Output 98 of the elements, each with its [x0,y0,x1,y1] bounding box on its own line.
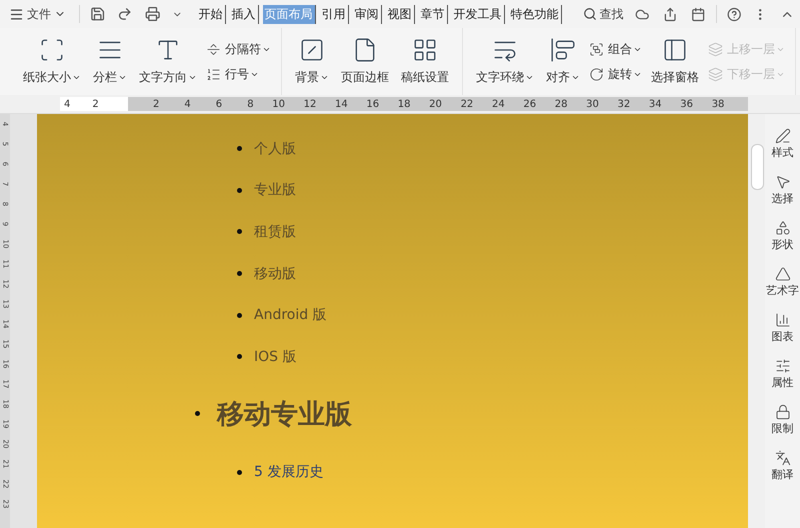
chart-icon [774,312,790,328]
ribbon-tab[interactable]: 插入 [230,4,259,24]
bullet-icon [195,411,200,416]
ribbon-tab[interactable]: 开发工具 [452,4,505,24]
side-panel-button[interactable]: 样式 [772,128,794,160]
search-button[interactable]: 查找 [580,6,627,22]
help-icon[interactable] [726,6,742,22]
list-item-text: Android 版 [254,306,327,324]
ruler-number: 14 [334,98,348,110]
print-icon[interactable] [144,6,160,22]
ribbon-button[interactable]: 对齐 [543,35,583,88]
side-panel-button[interactable]: 形状 [772,220,794,252]
ribbon-button[interactable]: 旋转 [589,66,642,82]
sliders-icon [774,358,790,374]
ruler-number: 36 [679,98,694,110]
share-icon[interactable] [663,6,678,22]
ribbon-tab[interactable]: 开始 [196,4,226,24]
shapes-icon [774,220,790,236]
ruler-number: 28 [554,98,568,110]
ruler-number: 18 [396,98,411,110]
side-panel-button[interactable]: 限制 [772,404,794,436]
ruler-number: 8 [246,98,254,110]
ruler-number: 22 [460,98,474,110]
align-icon [550,37,576,63]
side-panel-button[interactable]: 艺术字 [766,266,799,298]
ruler-number: 2 [152,98,160,110]
ruler-number: 34 [648,98,662,110]
layers-icon [708,66,723,82]
ribbon-button[interactable]: 文字方向 [136,35,200,88]
ribbon-tab[interactable]: 引用 [320,4,349,24]
line-number-icon [206,66,221,82]
calendar-icon[interactable] [691,6,706,22]
ribbon-tab[interactable]: 视图 [386,4,415,24]
ruler-number: 24 [490,98,505,110]
heading-text: 移动专业版 [217,398,352,432]
list-item-text: 个人版 [254,140,296,158]
resize-icon [39,37,65,63]
group-icon [589,42,604,56]
ribbon-tab[interactable]: 审阅 [352,4,382,24]
panel-icon [662,37,688,63]
ruler-number: 32 [616,98,630,110]
triangle-icon [774,266,790,282]
ruler-number: 6 [214,98,222,110]
ribbon-button[interactable]: 文字环绕 [473,35,537,88]
ribbon-button[interactable]: 分隔符 [206,40,271,58]
file-menu[interactable]: 文件 [6,6,69,22]
list-item-text: 移动版 [254,264,296,283]
ruler-number: 16 [365,98,380,110]
ribbon-tab[interactable]: 特色功能 [508,4,562,24]
bullet-icon [237,312,242,318]
bullet-icon [237,470,242,475]
ruler-number: 4 [64,98,70,110]
ribbon-button[interactable]: 背景 [292,35,332,88]
ribbon-button[interactable]: 行号 [206,66,271,82]
side-panel-button[interactable]: 翻译 [772,450,794,482]
ribbon-button[interactable]: 纸张大小 [20,35,84,88]
rotate-icon [589,66,604,82]
save-icon[interactable] [90,6,106,22]
ribbon-button[interactable]: 选择窗格 [648,35,702,88]
ribbon-button[interactable]: 稿纸设置 [398,35,452,88]
bullet-icon [237,229,242,234]
list-item-text: 专业版 [254,181,296,200]
ribbon-button[interactable]: 分栏 [90,35,130,88]
scroll-thumb[interactable] [751,144,764,190]
ribbon-button[interactable]: 组合 [589,40,642,58]
ruler-number: 4 [183,98,191,110]
ribbon-tab[interactable]: 章节 [418,4,448,24]
side-panel-button[interactable]: 属性 [772,358,794,390]
side-panel-button[interactable]: 图表 [772,312,794,344]
cloud-icon[interactable] [634,6,649,22]
scrollbar[interactable] [748,114,765,528]
list-item-text: 租赁版 [254,222,296,241]
pen-icon [774,128,790,144]
ribbon-button[interactable]: 页面边框 [338,35,392,88]
bullet-icon [237,354,242,360]
ruler-number: 12 [302,98,316,110]
grid-icon [412,37,438,63]
menu-icon [9,6,24,22]
side-panel-button[interactable]: 选择 [772,174,794,206]
bullet-icon [237,146,242,152]
separator-icon [206,42,221,56]
ruler-number: 2 [92,98,99,110]
list-item-text: IOS 版 [254,348,296,366]
layers-icon [708,42,723,56]
pointer-icon [774,174,790,190]
ruler-number: 10 [271,98,285,110]
ruler-number: 20 [428,98,442,110]
background-icon [299,37,325,63]
ruler-number: 30 [585,98,599,110]
bullet-icon [237,188,242,193]
search-icon [582,7,597,21]
ruler-number: 26 [522,98,536,110]
ruler-number: 38 [710,98,724,110]
lock-icon [774,404,790,420]
bullet-icon [237,271,242,276]
translate-icon [774,450,790,466]
list-link[interactable]: 5 发展历史 [254,463,324,482]
redo-icon[interactable] [117,6,133,22]
